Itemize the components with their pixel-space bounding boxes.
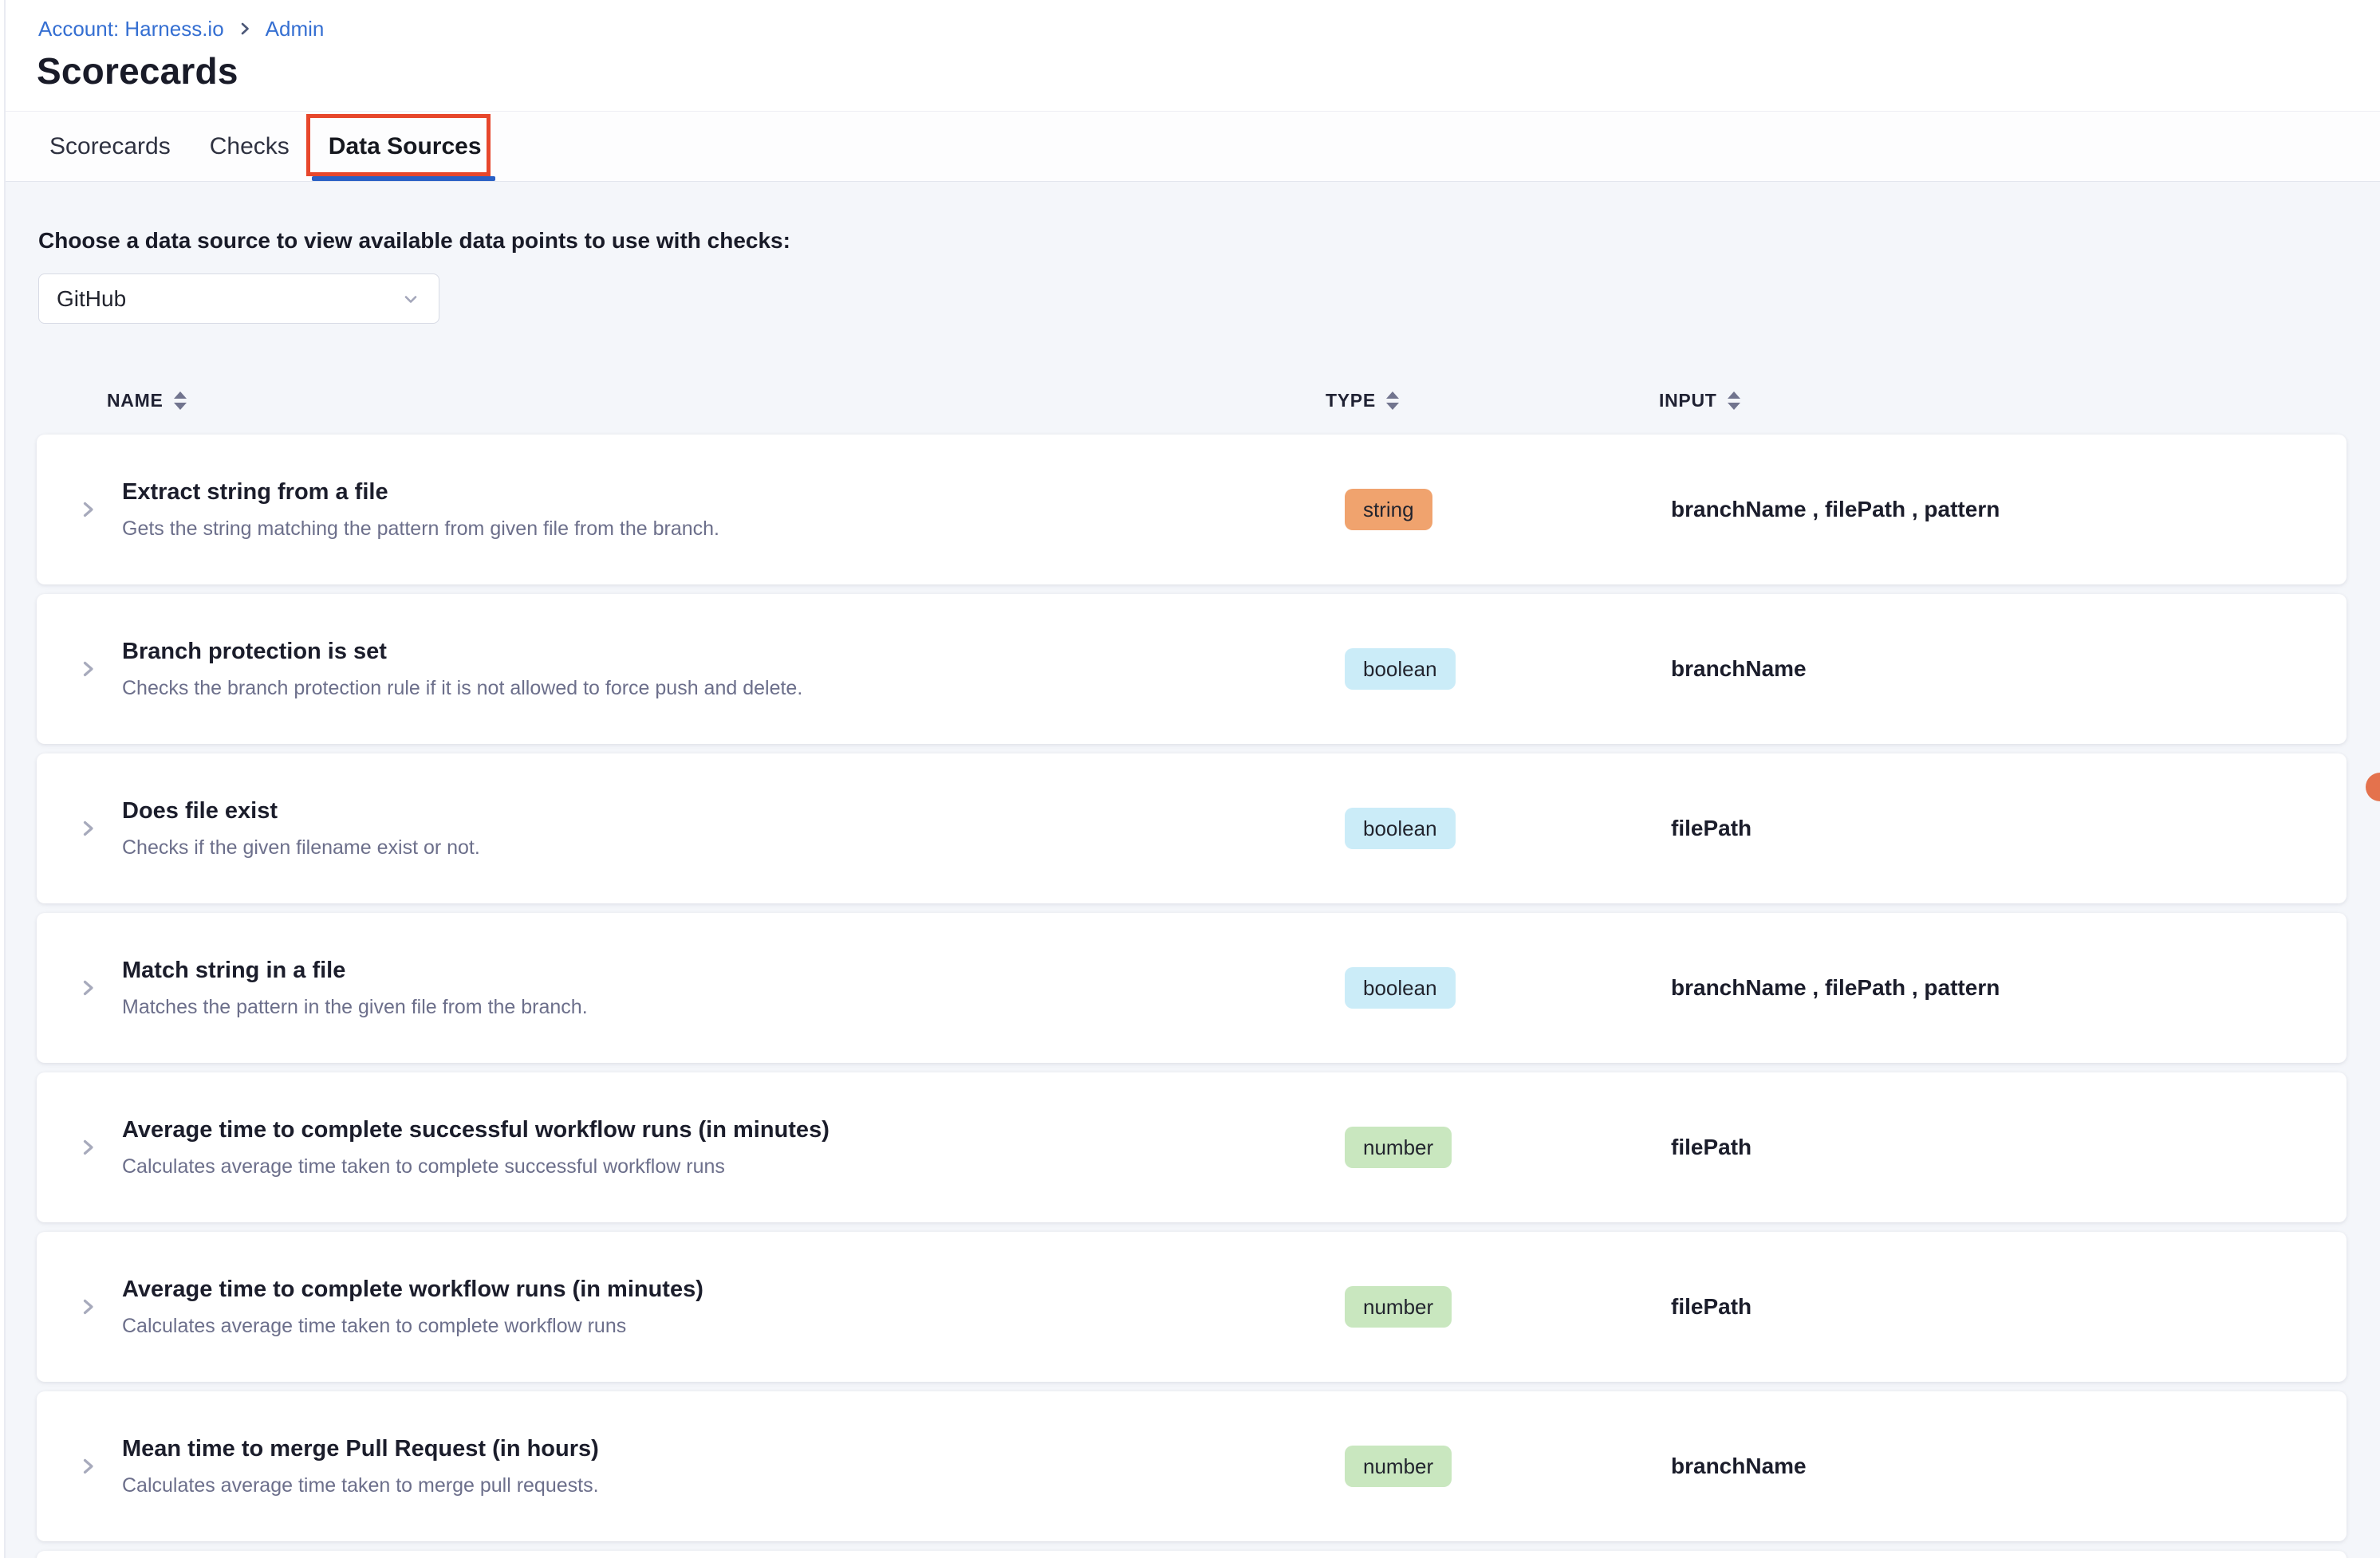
datapoints-table-body: Extract string from a file Gets the stri… <box>37 435 2347 1558</box>
table-row[interactable]: Extract string from a file Gets the stri… <box>37 435 2347 584</box>
column-header-type[interactable]: TYPE <box>1326 378 1399 423</box>
table-row-partial[interactable] <box>37 1551 2347 1558</box>
sort-icon <box>174 391 187 410</box>
datasource-select[interactable]: GitHub <box>38 273 439 324</box>
input-params: filePath <box>1671 816 1752 841</box>
type-badge: string <box>1345 489 1432 530</box>
tab-bar: Scorecards Checks Data Sources <box>0 111 2380 182</box>
datapoint-description: Checks the branch protection rule if it … <box>122 676 802 700</box>
table-row[interactable]: Does file exist Checks if the given file… <box>37 753 2347 903</box>
column-header-input[interactable]: INPUT <box>1659 378 1740 423</box>
tab-data-sources[interactable]: Data Sources <box>329 112 482 181</box>
datapoint-name: Branch protection is set <box>122 638 802 665</box>
input-params: filePath <box>1671 1294 1752 1320</box>
expand-chevron-icon[interactable] <box>77 817 99 840</box>
tab-checks[interactable]: Checks <box>210 112 290 181</box>
expand-chevron-icon[interactable] <box>77 1455 99 1477</box>
table-row[interactable]: Average time to complete successful work… <box>37 1072 2347 1222</box>
expand-chevron-icon[interactable] <box>77 658 99 680</box>
input-params: filePath <box>1671 1135 1752 1160</box>
input-params: branchName <box>1671 656 1807 682</box>
datasource-chooser-label: Choose a data source to view available d… <box>38 228 790 254</box>
input-params: branchName <box>1671 1454 1807 1479</box>
table-header: NAME TYPE INPUT <box>37 378 2347 423</box>
datasource-select-value: GitHub <box>57 286 126 312</box>
datapoint-description: Calculates average time taken to merge p… <box>122 1473 599 1497</box>
breadcrumb: Account: Harness.io Admin <box>38 16 324 41</box>
type-badge: number <box>1345 1446 1452 1487</box>
datapoint-description: Calculates average time taken to complet… <box>122 1314 703 1338</box>
input-params: branchName , filePath , pattern <box>1671 975 2000 1001</box>
table-row[interactable]: Branch protection is set Checks the bran… <box>37 594 2347 744</box>
tab-scorecards[interactable]: Scorecards <box>49 112 171 181</box>
datapoint-description: Matches the pattern in the given file fr… <box>122 995 588 1019</box>
type-badge: boolean <box>1345 967 1456 1009</box>
expand-chevron-icon[interactable] <box>77 977 99 999</box>
page-title: Scorecards <box>37 51 238 91</box>
chevron-down-icon <box>400 289 421 309</box>
type-badge: boolean <box>1345 648 1456 690</box>
datapoint-description: Gets the string matching the pattern fro… <box>122 517 719 541</box>
datapoint-name: Average time to complete successful work… <box>122 1116 829 1143</box>
breadcrumb-account-link[interactable]: Account: Harness.io <box>38 16 224 41</box>
datapoint-description: Checks if the given filename exist or no… <box>122 836 480 860</box>
expand-chevron-icon[interactable] <box>77 1296 99 1318</box>
sort-icon <box>1386 391 1399 410</box>
column-header-name[interactable]: NAME <box>107 378 187 423</box>
scorecards-admin-page: Account: Harness.io Admin Scorecards Sco… <box>0 0 2380 1558</box>
type-badge: number <box>1345 1127 1452 1168</box>
active-tab-underline <box>312 176 495 181</box>
left-edge-divider <box>0 0 6 1558</box>
input-params: branchName , filePath , pattern <box>1671 497 2000 522</box>
datapoint-description: Calculates average time taken to complet… <box>122 1155 829 1178</box>
datapoint-name: Match string in a file <box>122 957 588 984</box>
type-badge: number <box>1345 1286 1452 1328</box>
expand-chevron-icon[interactable] <box>77 498 99 521</box>
table-row[interactable]: Mean time to merge Pull Request (in hour… <box>37 1391 2347 1541</box>
expand-chevron-icon[interactable] <box>77 1136 99 1159</box>
chevron-right-icon <box>237 21 253 37</box>
sort-icon <box>1728 391 1740 410</box>
type-badge: boolean <box>1345 808 1456 849</box>
table-row[interactable]: Match string in a file Matches the patte… <box>37 913 2347 1063</box>
datapoint-name: Does file exist <box>122 797 480 824</box>
datapoint-name: Mean time to merge Pull Request (in hour… <box>122 1435 599 1462</box>
breadcrumb-admin-link[interactable]: Admin <box>266 16 325 41</box>
datapoint-name: Extract string from a file <box>122 478 719 506</box>
table-row[interactable]: Average time to complete workflow runs (… <box>37 1232 2347 1382</box>
datapoint-name: Average time to complete workflow runs (… <box>122 1276 703 1303</box>
